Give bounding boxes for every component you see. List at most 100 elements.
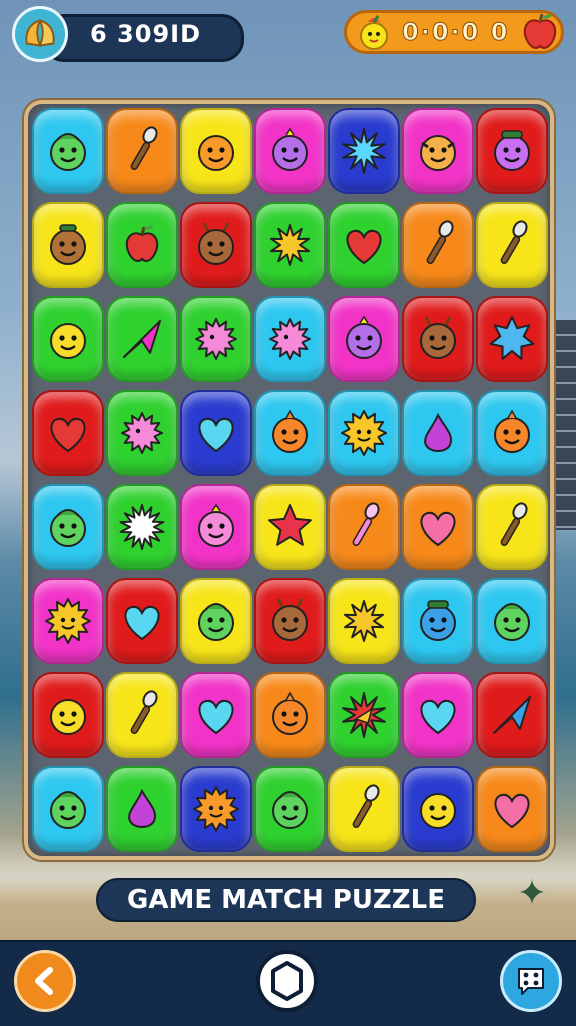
brown-deer-face-icon [198, 222, 234, 265]
board-tile[interactable] [476, 296, 548, 382]
board-tile[interactable] [476, 766, 548, 852]
microphone-icon [130, 126, 158, 170]
board-tile[interactable] [254, 578, 326, 664]
pink-spiky-ball-icon [269, 318, 311, 360]
game-board [24, 100, 554, 860]
red-heart-icon [346, 229, 382, 265]
board-tile[interactable] [328, 202, 400, 288]
board-tile[interactable] [476, 578, 548, 664]
purple-drop-icon [128, 788, 156, 828]
board-tile[interactable] [106, 484, 178, 570]
purple-drop-icon [424, 412, 452, 452]
board-tile[interactable] [402, 202, 474, 288]
board-tile[interactable] [254, 390, 326, 476]
board-tile[interactable] [328, 766, 400, 852]
pink-arrow-icon [123, 320, 161, 358]
board-tile[interactable] [254, 766, 326, 852]
board-tile[interactable] [180, 578, 252, 664]
cyan-heart-icon [198, 699, 234, 735]
purple-capped-face-icon [494, 130, 530, 171]
board-tile[interactable] [476, 672, 548, 758]
board-tile[interactable] [476, 484, 548, 570]
brown-deer-face-icon [420, 316, 456, 359]
board-tile[interactable] [402, 108, 474, 194]
board-tile[interactable] [254, 672, 326, 758]
board-tile[interactable] [106, 578, 178, 664]
orange-fish-face-icon [272, 691, 308, 735]
green-blob-face-icon [494, 603, 530, 641]
brown-monkey-face-icon [50, 224, 86, 265]
board-tile[interactable] [180, 202, 252, 288]
board-tile[interactable] [328, 108, 400, 194]
board-tile[interactable] [328, 390, 400, 476]
purple-bird-face-icon [346, 315, 382, 359]
board-tile[interactable] [32, 672, 104, 758]
board-tile[interactable] [476, 202, 548, 288]
apple-icon [518, 10, 562, 54]
lives-value: 0·0·0 0 [401, 18, 510, 47]
board-tile[interactable] [402, 390, 474, 476]
board-tile[interactable] [254, 296, 326, 382]
board-tile[interactable] [32, 578, 104, 664]
board-tile[interactable] [254, 108, 326, 194]
board-tile[interactable] [106, 108, 178, 194]
board-tile[interactable] [328, 296, 400, 382]
game-title-banner: GAME MATCH PUZZLE [96, 878, 476, 922]
board-tile[interactable] [476, 108, 548, 194]
board-tile[interactable] [32, 108, 104, 194]
green-blob-face-icon [50, 133, 86, 171]
gem-button[interactable] [256, 950, 318, 1012]
board-tile[interactable] [32, 296, 104, 382]
board-tile[interactable] [254, 484, 326, 570]
board-tile[interactable] [180, 296, 252, 382]
microphone-icon [500, 502, 528, 546]
board-tile[interactable] [32, 766, 104, 852]
blue-capped-face-icon [420, 600, 456, 641]
microphone-icon [426, 220, 454, 264]
board-tile[interactable] [328, 672, 400, 758]
board-tile[interactable] [180, 672, 252, 758]
board-tile[interactable] [32, 202, 104, 288]
board-tile[interactable] [106, 390, 178, 476]
board-tile[interactable] [106, 672, 178, 758]
green-blob-face-icon [50, 791, 86, 829]
pink-bird-face-icon [198, 503, 234, 547]
red-star-icon [268, 504, 312, 546]
board-tile[interactable] [402, 296, 474, 382]
blue-splat-icon [489, 316, 535, 360]
back-button[interactable] [14, 950, 76, 1012]
microphone-icon [500, 220, 528, 264]
yellow-smiley-face-icon [420, 793, 456, 829]
board-tile[interactable] [32, 390, 104, 476]
lives-counter[interactable]: 0·0·0 0 [344, 8, 568, 58]
board-tile[interactable] [180, 766, 252, 852]
board-tile[interactable] [106, 766, 178, 852]
pink-spiky-ball-icon [121, 412, 163, 454]
board-tile[interactable] [180, 108, 252, 194]
red-apple-icon [125, 225, 159, 262]
red-heart-icon [50, 417, 86, 453]
currency-counter[interactable]: 6 309ID [12, 6, 244, 62]
board-tile[interactable] [328, 484, 400, 570]
board-tile[interactable] [106, 296, 178, 382]
cyan-heart-icon [198, 417, 234, 453]
board-tile[interactable] [180, 484, 252, 570]
purple-bird-face-icon [272, 127, 308, 171]
board-tile[interactable] [402, 484, 474, 570]
board-tile[interactable] [254, 202, 326, 288]
board-tile[interactable] [328, 578, 400, 664]
menu-button[interactable] [500, 950, 562, 1012]
hexagon-gem-icon [271, 961, 303, 1001]
back-arrow-icon [35, 967, 53, 995]
board-tile[interactable] [402, 672, 474, 758]
board-tile[interactable] [402, 578, 474, 664]
pink-heart-icon [420, 511, 456, 547]
board-tile[interactable] [106, 202, 178, 288]
board-tile[interactable] [180, 390, 252, 476]
board-tile[interactable] [32, 484, 104, 570]
board-tile[interactable] [402, 766, 474, 852]
red-starburst-icon [342, 692, 386, 738]
board-tile[interactable] [476, 390, 548, 476]
orange-fish-face-icon [494, 409, 530, 453]
orange-smiley-face-icon [198, 135, 234, 171]
